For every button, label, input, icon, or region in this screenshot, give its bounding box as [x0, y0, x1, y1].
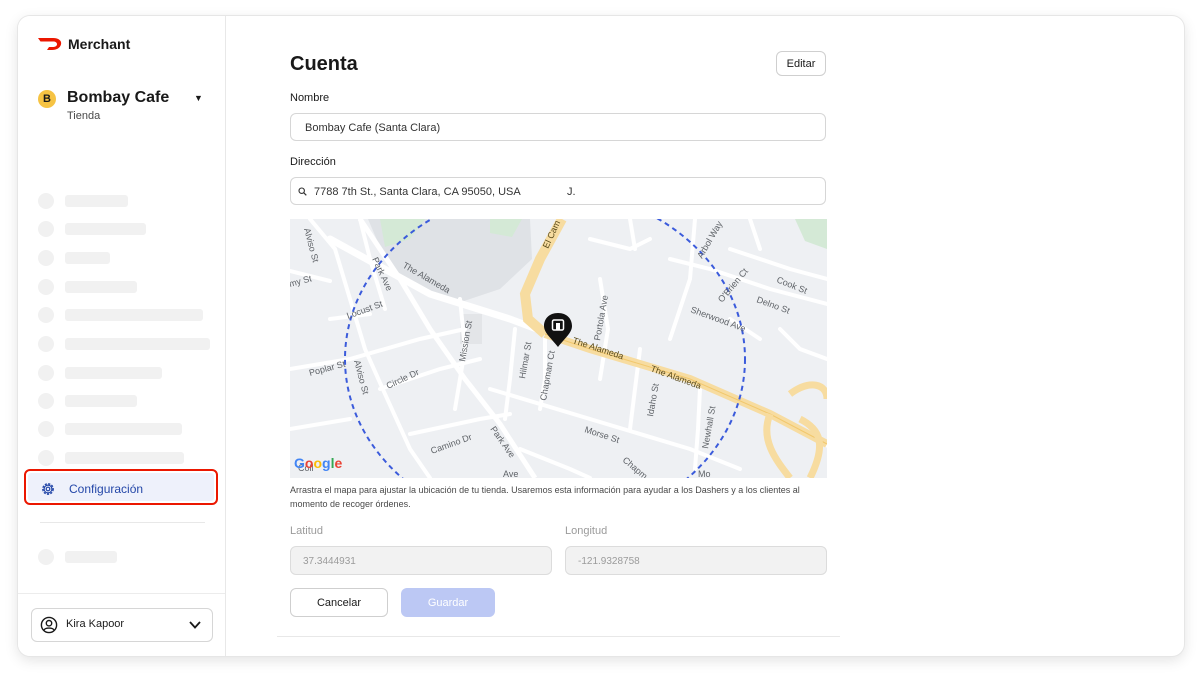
edit-button[interactable]: Editar: [776, 51, 826, 76]
app-window: Merchant B Bombay Cafe Tienda ▼ Configur…: [18, 16, 1184, 656]
address-value: 7788 7th St., Santa Clara, CA 95050, USA: [314, 186, 521, 198]
latitude-field[interactable]: 37.3444931: [290, 546, 552, 575]
divider: [277, 636, 840, 637]
address-search-input[interactable]: 7788 7th St., Santa Clara, CA 95050, USA…: [290, 177, 826, 205]
address-label: Dirección: [290, 156, 336, 168]
chevron-down-icon[interactable]: ▼: [194, 93, 203, 103]
user-menu[interactable]: Kira Kapoor: [31, 608, 213, 642]
longitude-field[interactable]: -121.9328758: [565, 546, 827, 575]
user-name: Kira Kapoor: [66, 618, 125, 630]
latitude-label: Latitud: [290, 525, 324, 537]
longitude-label: Longitud: [565, 525, 608, 537]
map-street-label: Mo: [698, 469, 711, 478]
store-type: Tienda: [67, 110, 101, 122]
store-avatar: B: [38, 90, 56, 108]
map-street-label: Ave: [503, 469, 518, 478]
chevron-down-icon[interactable]: [188, 619, 202, 631]
name-field[interactable]: Bombay Cafe (Santa Clara): [290, 113, 826, 141]
page-title: Cuenta: [290, 53, 358, 75]
search-icon: [298, 187, 307, 196]
sidebar-item-label: Configuración: [69, 482, 144, 496]
name-label: Nombre: [290, 92, 330, 104]
latitude-value: 37.3444931: [303, 556, 356, 567]
map-help-text: Arrastra el mapa para ajustar la ubicaci…: [290, 485, 800, 509]
cancel-button[interactable]: Cancelar: [290, 588, 388, 617]
google-logo: Google: [294, 455, 342, 471]
divider: [18, 593, 225, 594]
brand-name: Merchant: [68, 36, 131, 52]
sidebar-item-configuracion[interactable]: Configuración: [24, 469, 218, 505]
sidebar: Merchant B Bombay Cafe Tienda ▼ Configur…: [18, 16, 226, 656]
gear-icon: [42, 483, 54, 495]
name-value: Bombay Cafe (Santa Clara): [305, 122, 441, 134]
longitude-value: -121.9328758: [578, 556, 640, 567]
user-circle-icon: [40, 616, 58, 634]
map-canvas[interactable]: The Alameda The Alameda The Alameda Park…: [290, 219, 827, 478]
brand-logo[interactable]: Merchant: [38, 36, 130, 52]
save-button[interactable]: Guardar: [401, 588, 495, 617]
address-suffix: J.: [567, 186, 576, 198]
doordash-logo-icon: [38, 38, 62, 50]
divider: [40, 522, 205, 523]
store-location-map[interactable]: The Alameda The Alameda The Alameda Park…: [290, 219, 827, 478]
store-name: Bombay Cafe: [67, 89, 170, 106]
main-content: Cuenta Editar Nombre Bombay Cafe (Santa …: [226, 16, 1184, 656]
